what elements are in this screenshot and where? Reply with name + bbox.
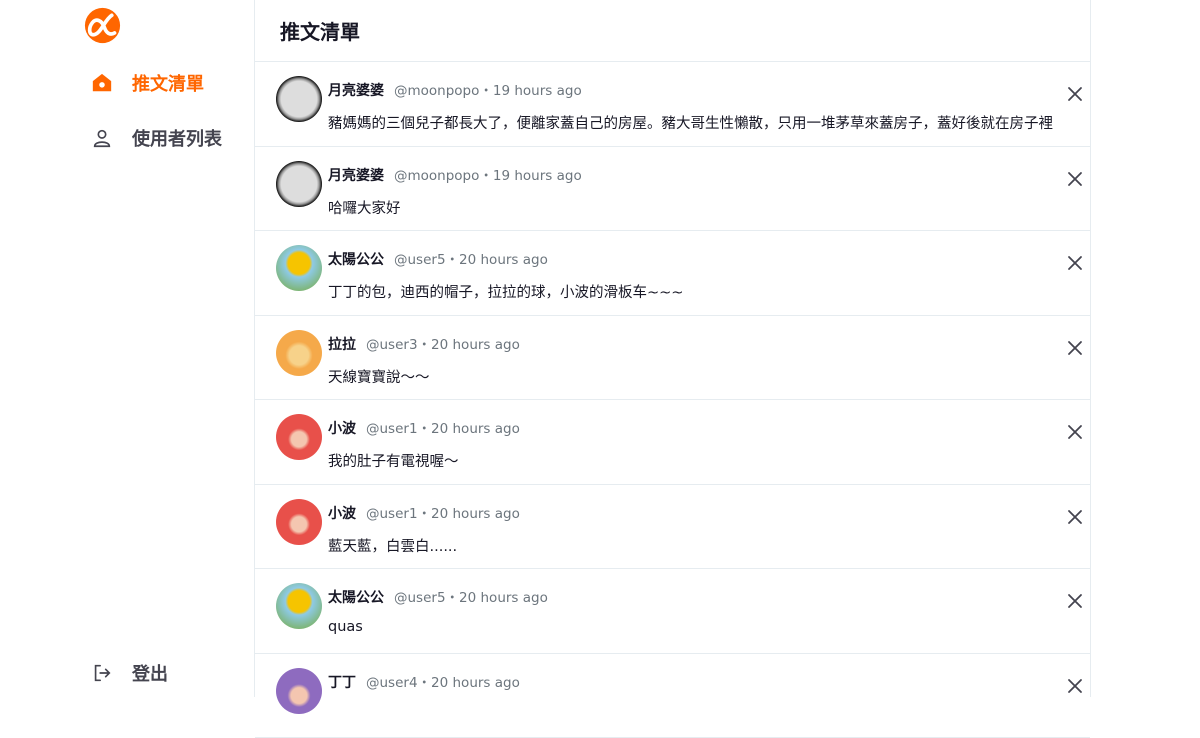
sidebar-item-users[interactable]: 使用者列表 <box>90 125 222 151</box>
tweet-row[interactable]: 太陽公公 @user5・20 hours ago quas <box>255 569 1090 654</box>
sidebar-item-tweets[interactable]: 推文清單 <box>90 70 204 96</box>
tweet-meta: 丁丁 @user4・20 hours ago <box>328 671 520 692</box>
page-title: 推文清單 <box>255 0 1090 62</box>
tweet-row[interactable]: 小波 @user1・20 hours ago 我的肚子有電視喔〜 <box>255 400 1090 485</box>
user-name: 丁丁 <box>328 672 356 692</box>
tweet-text: 哈囉大家好 <box>328 197 401 218</box>
home-icon <box>90 71 114 95</box>
alpha-logo-icon[interactable] <box>84 7 121 44</box>
tweet-text: quas <box>328 619 363 635</box>
tweet-row[interactable]: 月亮婆婆 @moonpopo・19 hours ago 哈囉大家好 <box>255 147 1090 232</box>
user-name: 太陽公公 <box>328 249 384 269</box>
tweet-meta: 拉拉 @user3・20 hours ago <box>328 333 520 354</box>
tweet-row[interactable]: 小波 @user1・20 hours ago 藍天藍，白雲白...... <box>255 485 1090 570</box>
user-name: 拉拉 <box>328 334 356 354</box>
user-icon <box>90 126 114 150</box>
avatar[interactable] <box>276 499 322 545</box>
sidebar: 推文清單 使用者列表 登出 <box>0 0 254 697</box>
user-name: 月亮婆婆 <box>328 80 384 100</box>
user-handle-time: @moonpopo・19 hours ago <box>394 79 582 99</box>
tweet-row[interactable]: 拉拉 @user3・20 hours ago 天線寶寶說〜〜 <box>255 316 1090 401</box>
close-icon[interactable] <box>1065 253 1085 273</box>
tweet-list: 月亮婆婆 @moonpopo・19 hours ago 豬媽媽的三個兒子都長大了… <box>255 62 1090 738</box>
tweet-text: 我的肚子有電視喔〜 <box>328 450 459 471</box>
tweet-text: 天線寶寶說〜〜 <box>328 366 430 387</box>
user-handle-time: @user5・20 hours ago <box>394 248 548 268</box>
user-name: 太陽公公 <box>328 587 384 607</box>
tweet-row[interactable]: 丁丁 @user4・20 hours ago <box>255 654 1090 738</box>
tweet-text: 藍天藍，白雲白...... <box>328 535 457 556</box>
close-icon[interactable] <box>1065 507 1085 527</box>
user-name: 小波 <box>328 418 356 438</box>
logout-label: 登出 <box>132 660 168 686</box>
tweet-meta: 小波 @user1・20 hours ago <box>328 417 520 438</box>
avatar[interactable] <box>276 583 322 629</box>
tweet-meta: 月亮婆婆 @moonpopo・19 hours ago <box>328 164 582 185</box>
avatar[interactable] <box>276 330 322 376</box>
tweet-meta: 太陽公公 @user5・20 hours ago <box>328 586 548 607</box>
logout-icon <box>90 661 114 685</box>
avatar[interactable] <box>276 414 322 460</box>
user-handle-time: @user1・20 hours ago <box>366 417 520 437</box>
tweet-meta: 小波 @user1・20 hours ago <box>328 502 520 523</box>
avatar[interactable] <box>276 76 322 122</box>
user-handle-time: @user1・20 hours ago <box>366 502 520 522</box>
avatar[interactable] <box>276 245 322 291</box>
close-icon[interactable] <box>1065 591 1085 611</box>
sidebar-item-label: 使用者列表 <box>132 125 222 151</box>
sidebar-item-label: 推文清單 <box>132 70 204 96</box>
tweet-text: 丁丁的包，迪西的帽子，拉拉的球，小波的滑板车~~~ <box>328 281 683 302</box>
user-name: 月亮婆婆 <box>328 165 384 185</box>
close-icon[interactable] <box>1065 338 1085 358</box>
close-icon[interactable] <box>1065 169 1085 189</box>
user-handle-time: @user3・20 hours ago <box>366 333 520 353</box>
logout-button[interactable]: 登出 <box>90 660 168 686</box>
tweet-list-panel: 推文清單 月亮婆婆 @moonpopo・19 hours ago 豬媽媽的三個兒… <box>254 0 1091 697</box>
avatar[interactable] <box>276 161 322 207</box>
tweet-text: 豬媽媽的三個兒子都長大了，便離家蓋自己的房屋。豬大哥生性懶散，只用一堆茅草來蓋房… <box>328 112 1053 133</box>
tweet-row[interactable]: 月亮婆婆 @moonpopo・19 hours ago 豬媽媽的三個兒子都長大了… <box>255 62 1090 147</box>
close-icon[interactable] <box>1065 84 1085 104</box>
user-handle-time: @moonpopo・19 hours ago <box>394 164 582 184</box>
user-handle-time: @user4・20 hours ago <box>366 671 520 691</box>
tweet-meta: 月亮婆婆 @moonpopo・19 hours ago <box>328 79 582 100</box>
tweet-meta: 太陽公公 @user5・20 hours ago <box>328 248 548 269</box>
user-handle-time: @user5・20 hours ago <box>394 586 548 606</box>
tweet-row[interactable]: 太陽公公 @user5・20 hours ago 丁丁的包，迪西的帽子，拉拉的球… <box>255 231 1090 316</box>
avatar[interactable] <box>276 668 322 714</box>
user-name: 小波 <box>328 503 356 523</box>
close-icon[interactable] <box>1065 676 1085 696</box>
close-icon[interactable] <box>1065 422 1085 442</box>
